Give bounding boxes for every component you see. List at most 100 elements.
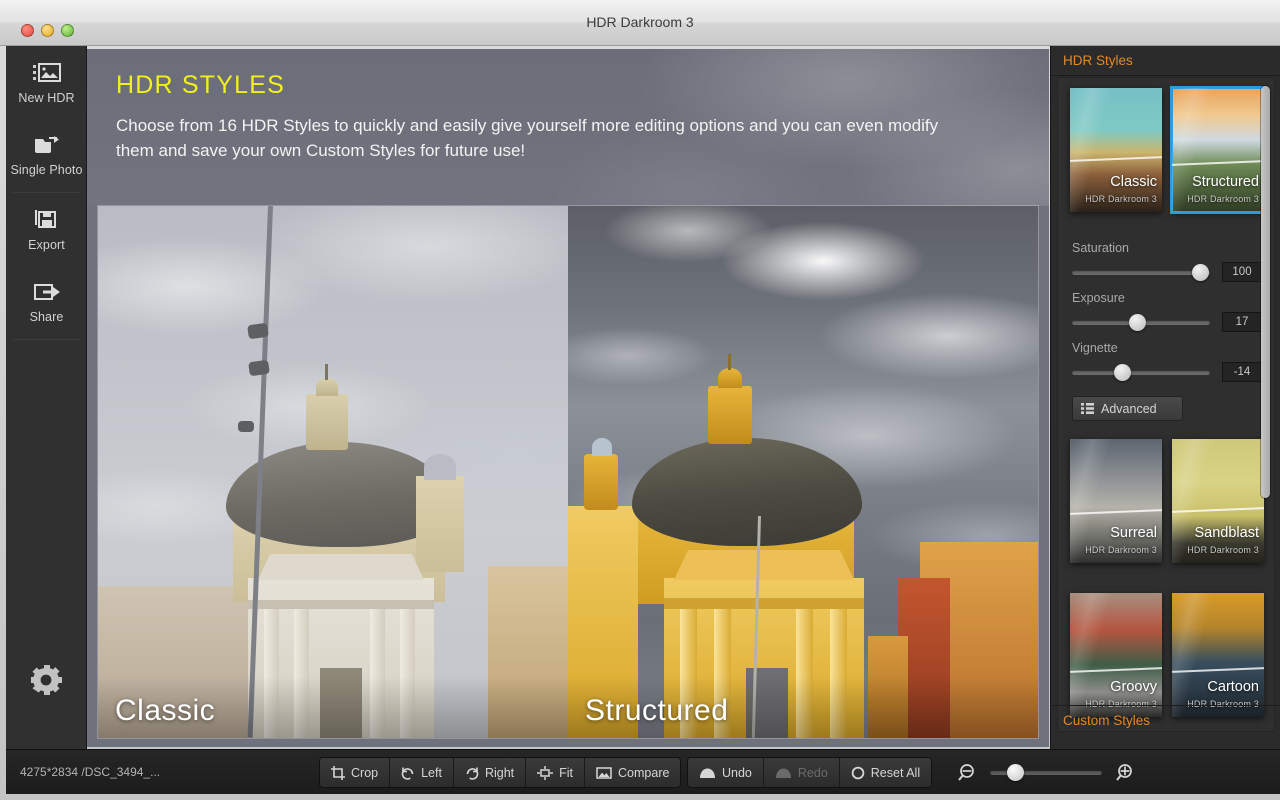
sidebar-item-export[interactable]: Export xyxy=(6,193,87,265)
status-bar-text: 4275*2834 /DSC_3494_... xyxy=(20,765,161,779)
bottom-toolbar: 4275*2834 /DSC_3494_... Crop Left Right … xyxy=(6,749,1280,794)
rotate-right-button[interactable]: Right xyxy=(453,758,527,787)
slider-label: Exposure xyxy=(1072,291,1125,305)
sidebar-item-label: Single Photo xyxy=(10,162,83,177)
style-thumb-surreal[interactable]: Surreal HDR Darkroom 3 xyxy=(1070,439,1162,563)
rotate-right-icon xyxy=(465,766,479,780)
undo-label: Undo xyxy=(722,765,752,780)
fit-button[interactable]: Fit xyxy=(526,758,586,787)
gear-icon xyxy=(30,663,63,695)
rotate-right-label: Right xyxy=(484,765,515,780)
style-name: Cartoon xyxy=(1207,679,1259,695)
style-sub: HDR Darkroom 3 xyxy=(1085,545,1157,555)
application-window: HDR Darkroom 3 New HDR Single Photo Expo… xyxy=(0,0,1280,800)
undo-icon xyxy=(699,767,716,779)
style-name: Surreal xyxy=(1110,525,1157,541)
slider-row-exposure[interactable]: 17 xyxy=(1072,312,1262,332)
redo-button[interactable]: Redo xyxy=(763,758,840,787)
slider-row-saturation[interactable]: 100 xyxy=(1072,262,1262,282)
lantern-cap xyxy=(316,378,338,396)
style-sub: HDR Darkroom 3 xyxy=(1085,194,1157,204)
hdr-styles-banner: HDR STYLES Choose from 16 HDR Styles to … xyxy=(87,49,1049,206)
style-sub: HDR Darkroom 3 xyxy=(1187,545,1259,555)
zoom-slider-track[interactable] xyxy=(990,764,1102,781)
photo-half-classic[interactable]: Classic xyxy=(98,206,568,738)
sidebar-item-share[interactable]: Share xyxy=(6,265,87,337)
slider-value[interactable]: -14 xyxy=(1222,362,1262,382)
lamp-head xyxy=(238,421,254,432)
style-name: Structured xyxy=(1192,174,1259,190)
reset-all-label: Reset All xyxy=(870,765,921,780)
slider-value[interactable]: 100 xyxy=(1222,262,1262,282)
slider-track[interactable] xyxy=(1072,313,1210,331)
main-canvas: HDR STYLES Choose from 16 HDR Styles to … xyxy=(87,49,1049,747)
redo-label: Redo xyxy=(797,765,828,780)
compare-label-left: Classic xyxy=(115,694,216,727)
style-thumb-sandblast[interactable]: Sandblast HDR Darkroom 3 xyxy=(1172,439,1264,563)
lantern xyxy=(708,386,752,444)
compare-button[interactable]: Compare xyxy=(585,758,681,787)
slider-knob[interactable] xyxy=(1128,313,1146,331)
style-sub: HDR Darkroom 3 xyxy=(1187,194,1259,204)
sidebar-item-label: Export xyxy=(28,237,65,252)
custom-styles-header[interactable]: Custom Styles xyxy=(1051,705,1280,735)
slider-label: Vignette xyxy=(1072,341,1118,355)
new-hdr-icon xyxy=(32,60,62,86)
style-thumb-classic[interactable]: Classic HDR Darkroom 3 xyxy=(1070,88,1162,212)
style-cell[interactable]: Classic HDR Darkroom 3 xyxy=(1066,86,1166,228)
slider-track[interactable] xyxy=(1072,363,1210,381)
zoom-control xyxy=(958,757,1134,788)
lantern-spire xyxy=(728,354,731,370)
lamp-head xyxy=(247,322,269,340)
style-cell[interactable]: Sandblast HDR Darkroom 3 xyxy=(1168,437,1268,579)
style-name: Sandblast xyxy=(1194,525,1260,541)
advanced-button[interactable]: Advanced xyxy=(1072,396,1183,421)
style-name: Groovy xyxy=(1110,679,1157,695)
styles-scrollbar[interactable] xyxy=(1261,86,1270,498)
slider-knob[interactable] xyxy=(1192,263,1210,281)
left-sidebar: New HDR Single Photo Export Share xyxy=(6,46,87,749)
compare-label-right: Structured xyxy=(585,694,729,727)
lamp-head xyxy=(248,359,270,377)
style-thumb-structured[interactable]: Structured HDR Darkroom 3 xyxy=(1170,86,1266,214)
crop-button[interactable]: Crop xyxy=(320,758,391,787)
sidebar-item-new-hdr[interactable]: New HDR xyxy=(6,46,87,118)
single-photo-icon xyxy=(32,132,62,158)
slider-row-vignette[interactable]: -14 xyxy=(1072,362,1262,382)
export-icon xyxy=(32,207,62,233)
style-cell[interactable]: Structured HDR Darkroom 3 xyxy=(1168,86,1268,228)
rotate-left-button[interactable]: Left xyxy=(390,758,454,787)
reset-all-button[interactable]: Reset All xyxy=(839,758,932,787)
adjustment-sliders: Saturation 100 Exposure 17 Vignette -14 xyxy=(1058,228,1274,382)
share-icon xyxy=(32,279,62,305)
style-cell[interactable]: Surreal HDR Darkroom 3 xyxy=(1066,437,1166,579)
styles-scroll-area[interactable]: Classic HDR Darkroom 3 Structured HDR Da… xyxy=(1057,77,1275,732)
slider-track[interactable] xyxy=(1072,263,1210,281)
zoom-out-icon[interactable] xyxy=(958,763,978,783)
list-icon xyxy=(1081,403,1094,414)
rotate-left-icon xyxy=(401,766,415,780)
settings-button[interactable] xyxy=(6,653,87,705)
slider-value[interactable]: 17 xyxy=(1222,312,1262,332)
lantern xyxy=(306,394,348,450)
edit-tools-group: Crop Left Right Fit Compare xyxy=(319,757,682,788)
undo-button[interactable]: Undo xyxy=(688,758,764,787)
compare-icon xyxy=(596,766,612,780)
sidebar-item-single-photo[interactable]: Single Photo xyxy=(6,118,87,190)
style-thumb-groovy[interactable]: Groovy HDR Darkroom 3 xyxy=(1070,593,1162,717)
window-title: HDR Darkroom 3 xyxy=(586,14,694,30)
zoom-slider-knob[interactable] xyxy=(1006,764,1024,781)
side-tower-cap xyxy=(424,454,456,480)
crop-label: Crop xyxy=(351,765,379,780)
side-lantern xyxy=(584,454,618,510)
zoom-in-icon[interactable] xyxy=(1114,763,1134,783)
style-thumb-cartoon[interactable]: Cartoon HDR Darkroom 3 xyxy=(1172,593,1264,717)
slider-knob[interactable] xyxy=(1113,363,1131,381)
lantern-cap xyxy=(718,368,742,388)
style-name: Classic xyxy=(1110,174,1157,190)
compare-label: Compare xyxy=(618,765,670,780)
pediment xyxy=(258,554,424,580)
photo-half-structured[interactable]: Structured xyxy=(568,206,1038,738)
photo-compare-view[interactable]: Classic Structured xyxy=(98,206,1038,738)
fit-icon xyxy=(537,765,554,780)
